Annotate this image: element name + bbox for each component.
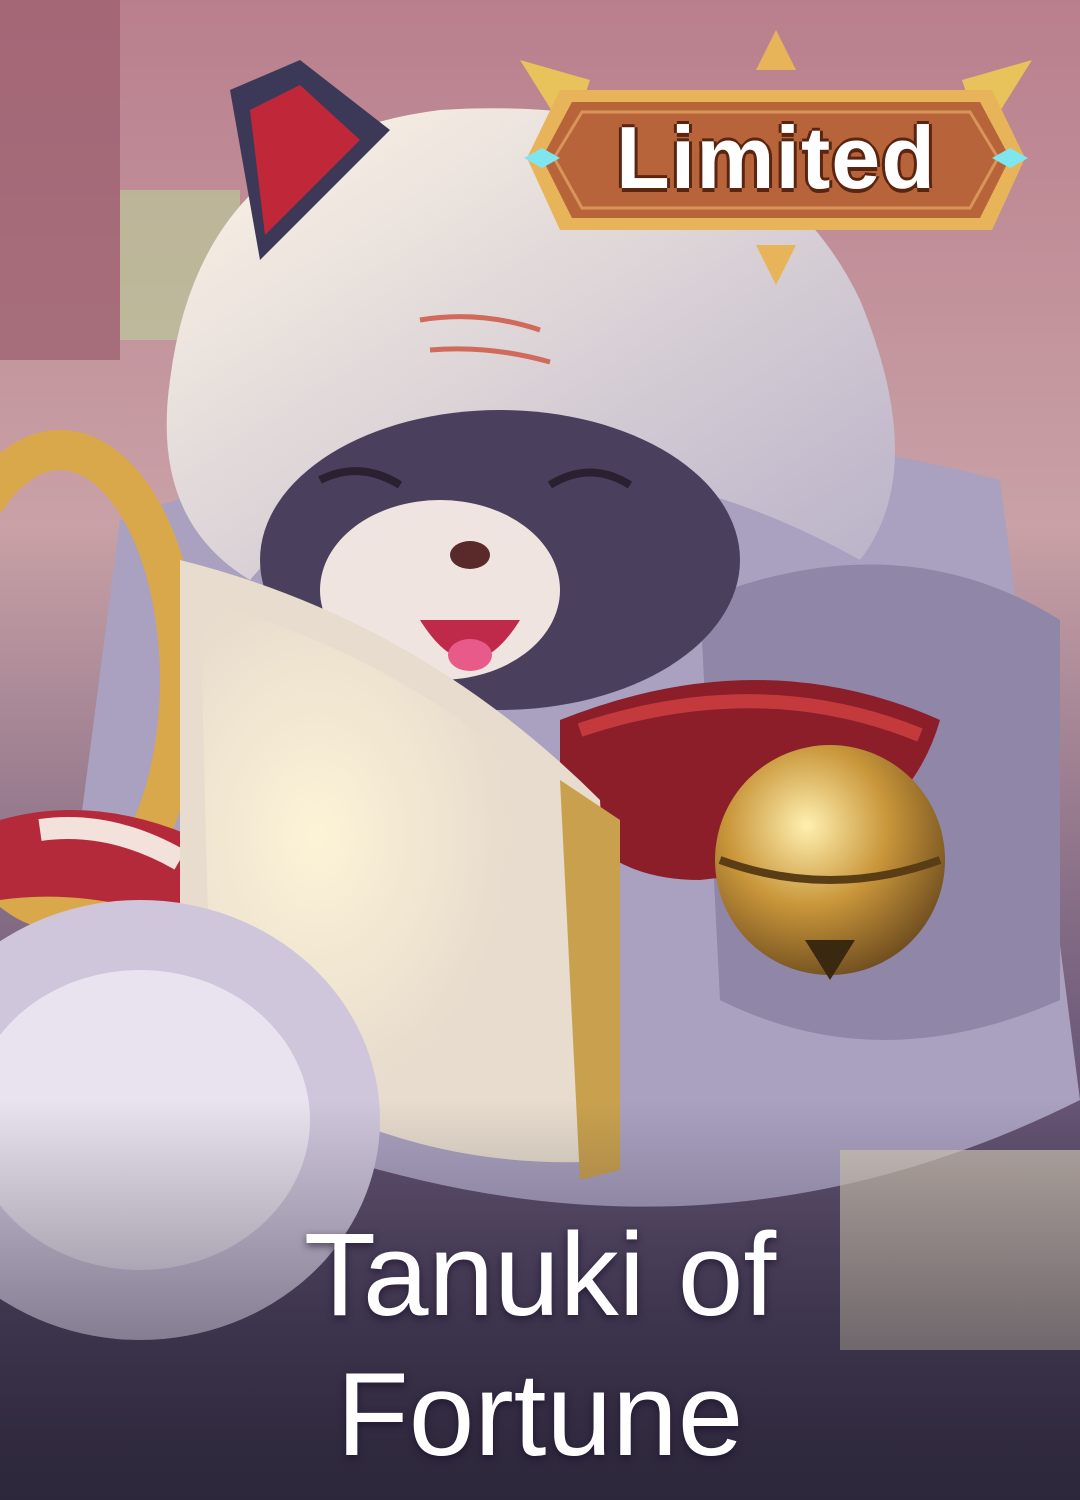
limited-badge-label: Limited <box>616 108 936 207</box>
skin-title-line2: Fortune <box>336 1349 744 1481</box>
skin-card[interactable]: Limited Tanuki of Fortune <box>0 0 1080 1500</box>
skin-title-line1: Tanuki of <box>303 1209 777 1341</box>
limited-badge: Limited <box>520 30 1032 285</box>
